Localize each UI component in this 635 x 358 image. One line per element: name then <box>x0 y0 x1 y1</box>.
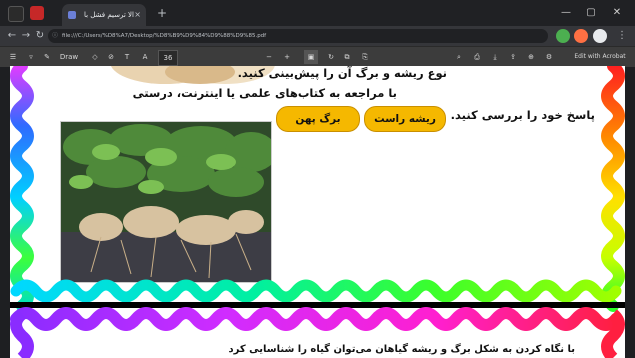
new-tab-button[interactable]: + <box>153 4 171 22</box>
url-text: file:///C:/Users/%D8%A7/Desktop/%D8%B9%D… <box>62 33 267 39</box>
more-menu-icon[interactable]: ⋮ <box>614 28 630 44</box>
tab-title: الا ترسيم فشل با <box>83 11 134 19</box>
acrobat-icon[interactable] <box>30 6 44 20</box>
page-view-icon[interactable]: ⧉ <box>340 50 354 64</box>
search-icon[interactable]: ⌕ <box>452 50 466 64</box>
page-number-field[interactable]: 36 <box>158 50 178 66</box>
pdf-page: نوع ریشه و برگ آن را پیش‌بینی کنید. با م… <box>10 66 625 358</box>
address-bar: ← → ↻ ⓘ file:///C:/Users/%D8%A7/Desktop/%… <box>0 26 635 46</box>
zoom-out-icon[interactable]: − <box>262 50 276 64</box>
close-window-icon[interactable]: ✕ <box>607 4 627 22</box>
extension-icon-2[interactable] <box>574 29 588 43</box>
eraser-icon[interactable]: ◇ <box>88 50 102 64</box>
save-icon[interactable]: ⤓ <box>488 50 502 64</box>
pdf-favicon-icon <box>68 11 76 19</box>
url-field[interactable]: ⓘ file:///C:/Users/%D8%A7/Desktop/%D8%B9%… <box>48 29 548 43</box>
tab-close-icon[interactable]: × <box>134 4 141 26</box>
draw-button[interactable]: Draw <box>54 50 84 64</box>
read-aloud-icon[interactable]: A <box>138 50 152 64</box>
decorative-wave-border <box>10 66 625 358</box>
window-menu-icon[interactable] <box>8 6 24 22</box>
zoom-in-icon[interactable]: + <box>280 50 294 64</box>
rotate-icon[interactable]: ↻ <box>324 50 338 64</box>
minimize-icon[interactable]: — <box>556 4 576 22</box>
highlight-icon[interactable]: ▿ <box>24 50 38 64</box>
settings-icon[interactable]: ⚙ <box>542 50 556 64</box>
edit-with-acrobat-button[interactable]: Edit with Acrobat <box>568 50 632 64</box>
tab-pdf[interactable]: الا ترسيم فشل با × <box>62 4 146 26</box>
text-icon[interactable]: T <box>120 50 134 64</box>
share-icon[interactable]: ⇪ <box>506 50 520 64</box>
acrobat-small-icon[interactable]: ⊕ <box>524 50 538 64</box>
maximize-icon[interactable]: ▢ <box>581 4 601 22</box>
tab-strip: الا ترسيم فشل با × + — ▢ ✕ <box>0 0 635 26</box>
profile-avatar[interactable] <box>593 29 607 43</box>
draw-icon[interactable]: ✎ <box>40 50 54 64</box>
print-icon[interactable]: ⎙ <box>470 50 484 64</box>
extension-icon[interactable] <box>556 29 570 43</box>
reload-icon[interactable]: ↻ <box>32 28 48 44</box>
erase-icon[interactable]: ⊘ <box>104 50 118 64</box>
fit-page-icon[interactable]: ▣ <box>304 50 318 64</box>
file-info-icon[interactable]: ⓘ <box>48 29 62 43</box>
bottom-text-line: با نگاه کردن به شکل برگ و ریشه گیاهان می… <box>228 344 576 355</box>
pdf-toolbar: ☰ ▿ ✎ Draw ◇ ⊘ T A 36 − + ▣ ↻ ⧉ ⎘ ⌕ ⎙ ⤓ … <box>0 46 635 67</box>
two-page-icon[interactable]: ⎘ <box>358 50 372 64</box>
sidebar-toggle-icon[interactable]: ☰ <box>6 50 20 64</box>
